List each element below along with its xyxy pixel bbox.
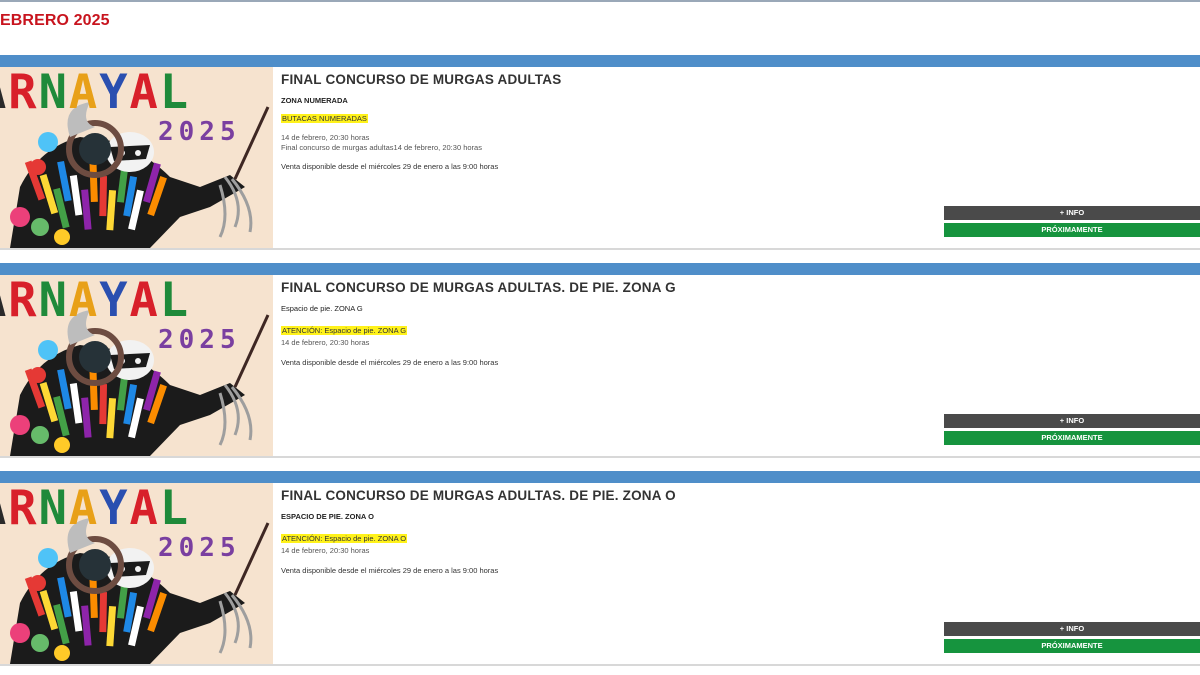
event-title[interactable]: FINAL CONCURSO DE MURGAS ADULTAS. DE PIE… — [281, 280, 921, 295]
poster-title-art: ARNAYAL — [0, 483, 190, 536]
poster-letter: R — [8, 275, 39, 328]
event-zone: Espacio de pie. ZONA G — [281, 304, 363, 313]
poster-year-art: 2025 — [158, 117, 241, 147]
card-header-bar — [0, 471, 1200, 483]
event-title[interactable]: FINAL CONCURSO DE MURGAS ADULTAS — [281, 72, 921, 87]
poster-letter: A — [68, 67, 100, 120]
poster-letter: A — [0, 483, 8, 536]
poster-letter: L — [159, 483, 191, 536]
poster-letter: Y — [99, 275, 130, 328]
card-header-bar — [0, 55, 1200, 67]
event-zone: ZONA NUMERADA — [281, 96, 348, 105]
month-heading: EBRERO 2025 — [0, 12, 110, 29]
more-info-button[interactable]: + INFO — [944, 622, 1200, 636]
poster-letter: L — [159, 275, 191, 328]
poster-letter: L — [159, 67, 191, 120]
sale-info: Venta disponible desde el miércoles 29 d… — [281, 357, 499, 367]
highlight-note: BUTACAS NUMERADAS — [281, 114, 368, 123]
poster-letter: A — [0, 275, 8, 328]
poster-letter: A — [0, 67, 8, 120]
poster-letter: A — [129, 275, 160, 328]
poster-letter: N — [38, 67, 69, 120]
poster-year-art: 2025 — [158, 533, 241, 563]
card-body: ARNAYAL2025 FINAL CONCURSO DE MURGAS ADU… — [0, 275, 1200, 458]
highlight-note: ATENCIÓN: Espacio de pie. ZONA O — [281, 534, 408, 543]
event-info: FINAL CONCURSO DE MURGAS ADULTAS. DE PIE… — [281, 488, 921, 575]
coming-soon-button[interactable]: PRÓXIMAMENTE — [944, 431, 1200, 445]
event-card: ARNAYAL2025 FINAL CONCURSO DE MURGAS ADU… — [0, 471, 1200, 666]
event-date-line: Final concurso de murgas adultas14 de fe… — [281, 142, 482, 152]
event-date-line: 14 de febrero, 20:30 horas — [281, 546, 370, 555]
more-info-button[interactable]: + INFO — [944, 206, 1200, 220]
event-title[interactable]: FINAL CONCURSO DE MURGAS ADULTAS. DE PIE… — [281, 488, 921, 503]
event-date-line: 14 de febrero, 20:30 horas — [281, 133, 370, 142]
sale-info: Venta disponible desde el miércoles 29 d… — [281, 565, 499, 575]
poster-year-art: 2025 — [158, 325, 241, 355]
event-date-line: 14 de febrero, 20:30 horas — [281, 338, 370, 347]
event-zone: ESPACIO DE PIE. ZONA O — [281, 512, 374, 521]
poster-letter: A — [129, 483, 160, 536]
more-info-button[interactable]: + INFO — [944, 414, 1200, 428]
event-card: ARNAYAL2025 FINAL CONCURSO DE MURGAS ADU… — [0, 263, 1200, 458]
event-info: FINAL CONCURSO DE MURGAS ADULTAS. DE PIE… — [281, 280, 921, 367]
poster-title-art: ARNAYAL — [0, 275, 190, 328]
sale-info: Venta disponible desde el miércoles 29 d… — [281, 162, 499, 171]
highlight-note: ATENCIÓN: Espacio de pie. ZONA G — [281, 326, 408, 335]
poster-letter: A — [129, 67, 160, 120]
card-header-bar — [0, 263, 1200, 275]
coming-soon-button[interactable]: PRÓXIMAMENTE — [944, 639, 1200, 653]
poster-letter: N — [38, 483, 69, 536]
card-body: ARNAYAL2025 FINAL CONCURSO DE MURGAS ADU… — [0, 483, 1200, 666]
coming-soon-button[interactable]: PRÓXIMAMENTE — [944, 223, 1200, 237]
poster-letter: R — [8, 483, 39, 536]
poster-letter: A — [68, 275, 100, 328]
event-poster-image[interactable]: ARNAYAL2025 — [0, 67, 273, 248]
poster-letter: Y — [99, 483, 130, 536]
poster-title-art: ARNAYAL — [0, 67, 190, 120]
card-body: ARNAYAL2025 FINAL CONCURSO DE MURGAS ADU… — [0, 67, 1200, 250]
poster-letter: A — [68, 483, 100, 536]
poster-letter: Y — [99, 67, 130, 120]
poster-letter: R — [8, 67, 39, 120]
event-card: ARNAYAL2025 FINAL CONCURSO DE MURGAS ADU… — [0, 55, 1200, 250]
event-info: FINAL CONCURSO DE MURGAS ADULTAS ZONA NU… — [281, 72, 921, 171]
event-poster-image[interactable]: ARNAYAL2025 — [0, 483, 273, 664]
poster-letter: N — [38, 275, 69, 328]
event-poster-image[interactable]: ARNAYAL2025 — [0, 275, 273, 456]
top-rule — [0, 0, 1200, 2]
